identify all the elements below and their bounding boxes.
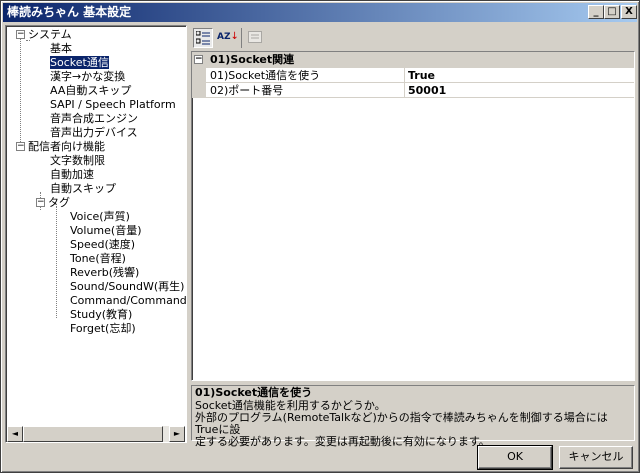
- property-row-port[interactable]: 02)ポート番号 50001: [192, 83, 634, 98]
- settings-window: 棒読みちゃん 基本設定 _ □ X − システム 基本 Socket通信 漢字→…: [0, 0, 640, 473]
- grid-category[interactable]: − 01)Socket関連: [192, 52, 634, 68]
- window-title: 棒読みちゃん 基本設定: [7, 5, 132, 19]
- property-pages-button[interactable]: [245, 28, 265, 48]
- property-value[interactable]: 50001: [408, 83, 446, 98]
- tree-guide-line: [20, 38, 21, 150]
- close-icon: X: [625, 6, 633, 17]
- property-toolbar: AZ↓: [191, 25, 635, 49]
- categorized-icon: [195, 30, 210, 45]
- tree-item-reverb[interactable]: Reverb(残響): [70, 266, 139, 280]
- scroll-right-button[interactable]: ►: [169, 426, 185, 442]
- property-description: 01)Socket通信を使う Socket通信機能を利用するかどうか。 外部のプ…: [191, 385, 635, 448]
- tree-item-auto-accel[interactable]: 自動加速: [50, 168, 94, 182]
- tree-item-basic[interactable]: 基本: [50, 42, 72, 56]
- property-name: 01)Socket通信を使う: [210, 69, 321, 82]
- tree-item-volume[interactable]: Volume(音量): [70, 224, 142, 238]
- collapse-icon[interactable]: −: [16, 30, 25, 39]
- tree-item-output-device[interactable]: 音声出力デバイス: [50, 126, 138, 140]
- minimize-icon: _: [593, 6, 599, 17]
- tree-item-speed[interactable]: Speed(速度): [70, 238, 135, 252]
- property-name: 02)ポート番号: [210, 84, 284, 97]
- tree-item-forget[interactable]: Forget(忘却): [70, 322, 136, 336]
- cancel-button[interactable]: キャンセル: [559, 446, 633, 469]
- tree-item-synth-engine[interactable]: 音声合成エンジン: [50, 112, 138, 126]
- property-grid[interactable]: − 01)Socket関連 01)Socket通信を使う True 02)ポート…: [191, 51, 635, 381]
- minimize-button[interactable]: _: [588, 5, 604, 19]
- tree-item-study[interactable]: Study(教育): [70, 308, 132, 322]
- ok-button[interactable]: OK: [477, 445, 553, 470]
- arrow-left-icon: ◄: [11, 429, 19, 438]
- scroll-left-button[interactable]: ◄: [7, 426, 23, 442]
- tree-item-sapi[interactable]: SAPI / Speech Platform: [50, 98, 176, 112]
- maximize-button[interactable]: □: [604, 5, 620, 19]
- property-row-use-socket[interactable]: 01)Socket通信を使う True: [192, 68, 634, 83]
- scroll-thumb[interactable]: [23, 426, 163, 442]
- category-label: 01)Socket関連: [210, 53, 295, 66]
- title-bar[interactable]: 棒読みちゃん 基本設定: [3, 3, 637, 22]
- collapse-icon[interactable]: −: [194, 55, 203, 64]
- tree-item-voice[interactable]: Voice(声質): [70, 210, 130, 224]
- tree-item-tone[interactable]: Tone(音程): [70, 252, 126, 266]
- collapse-icon[interactable]: −: [16, 142, 25, 151]
- tree-item-aa-skip[interactable]: AA自動スキップ: [50, 84, 131, 98]
- tree-item-command[interactable]: Command/CommandW: [70, 294, 186, 308]
- property-value[interactable]: True: [408, 68, 435, 83]
- tree-item-kanji-kana[interactable]: 漢字→かな変換: [50, 70, 125, 84]
- settings-tree[interactable]: − システム 基本 Socket通信 漢字→かな変換 AA自動スキップ SAPI…: [5, 25, 187, 443]
- property-pages-icon: [248, 31, 262, 43]
- arrow-right-icon: ►: [173, 429, 181, 438]
- tree-item-socket[interactable]: Socket通信: [50, 56, 109, 70]
- tree-item-sound[interactable]: Sound/SoundW(再生): [70, 280, 184, 294]
- description-line: 外部のプログラム(RemoteTalkなど)からの指令で棒読みちゃんを制御する場…: [195, 411, 608, 436]
- categorized-button[interactable]: [193, 28, 213, 48]
- tree-item-char-limit[interactable]: 文字数制限: [50, 154, 105, 168]
- description-title: 01)Socket通信を使う: [195, 386, 313, 399]
- toolbar-separator: [241, 28, 242, 48]
- tree-horizontal-scrollbar[interactable]: ◄ ►: [7, 426, 185, 442]
- tree-item-auto-skip[interactable]: 自動スキップ: [50, 182, 116, 196]
- maximize-icon: □: [607, 6, 617, 17]
- collapse-icon[interactable]: −: [36, 198, 45, 207]
- close-button[interactable]: X: [621, 5, 637, 19]
- alphabetical-icon: AZ: [217, 32, 231, 42]
- tree-guide-line: [56, 206, 57, 318]
- alphabetical-button[interactable]: AZ↓: [217, 28, 239, 48]
